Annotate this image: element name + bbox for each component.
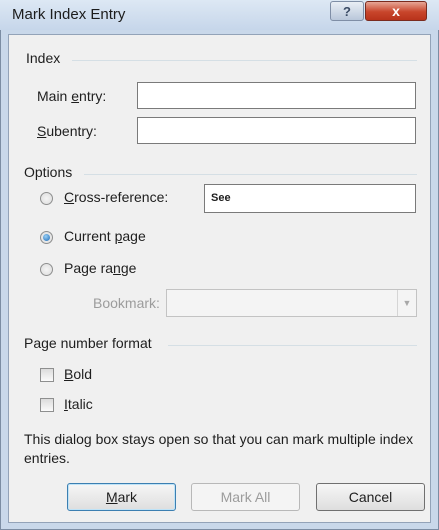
page-number-format-group-label: Page number format xyxy=(24,335,152,351)
current-page-radio[interactable] xyxy=(40,231,53,244)
subentry-input[interactable] xyxy=(137,117,416,144)
main-entry-label: Main entry: xyxy=(37,88,107,104)
chevron-down-icon: ▼ xyxy=(397,290,416,316)
options-group-label: Options xyxy=(24,164,73,180)
close-icon: x xyxy=(392,3,400,19)
cross-reference-input[interactable]: See xyxy=(204,184,416,213)
mark-all-button[interactable]: Mark All xyxy=(191,483,300,511)
cross-reference-label: Cross-reference: xyxy=(64,189,169,205)
mark-button[interactable]: Mark xyxy=(67,483,176,511)
index-group-label: Index xyxy=(26,50,61,66)
page-range-radio[interactable] xyxy=(40,263,53,276)
subentry-label: Subentry: xyxy=(37,123,97,139)
page-number-format-divider xyxy=(168,345,417,346)
help-button[interactable]: ? xyxy=(330,1,364,21)
current-page-label: Current page xyxy=(64,228,146,244)
close-button[interactable]: x xyxy=(365,1,427,21)
bookmark-dropdown[interactable]: ▼ xyxy=(166,289,417,317)
page-range-label: Page range xyxy=(64,260,137,276)
main-entry-input[interactable] xyxy=(137,82,416,109)
bold-checkbox[interactable] xyxy=(40,368,54,382)
radio-selected-dot xyxy=(43,234,50,241)
index-group-divider xyxy=(72,60,417,61)
bookmark-label: Bookmark: xyxy=(93,295,160,311)
dialog-title: Mark Index Entry xyxy=(12,6,126,23)
options-group-divider xyxy=(84,174,417,175)
info-text: This dialog box stays open so that you c… xyxy=(24,431,414,466)
cross-reference-radio[interactable] xyxy=(40,192,53,205)
bold-label: Bold xyxy=(64,366,93,382)
italic-checkbox[interactable] xyxy=(40,398,54,412)
cancel-button[interactable]: Cancel xyxy=(316,483,425,511)
italic-label: Italic xyxy=(64,396,93,412)
